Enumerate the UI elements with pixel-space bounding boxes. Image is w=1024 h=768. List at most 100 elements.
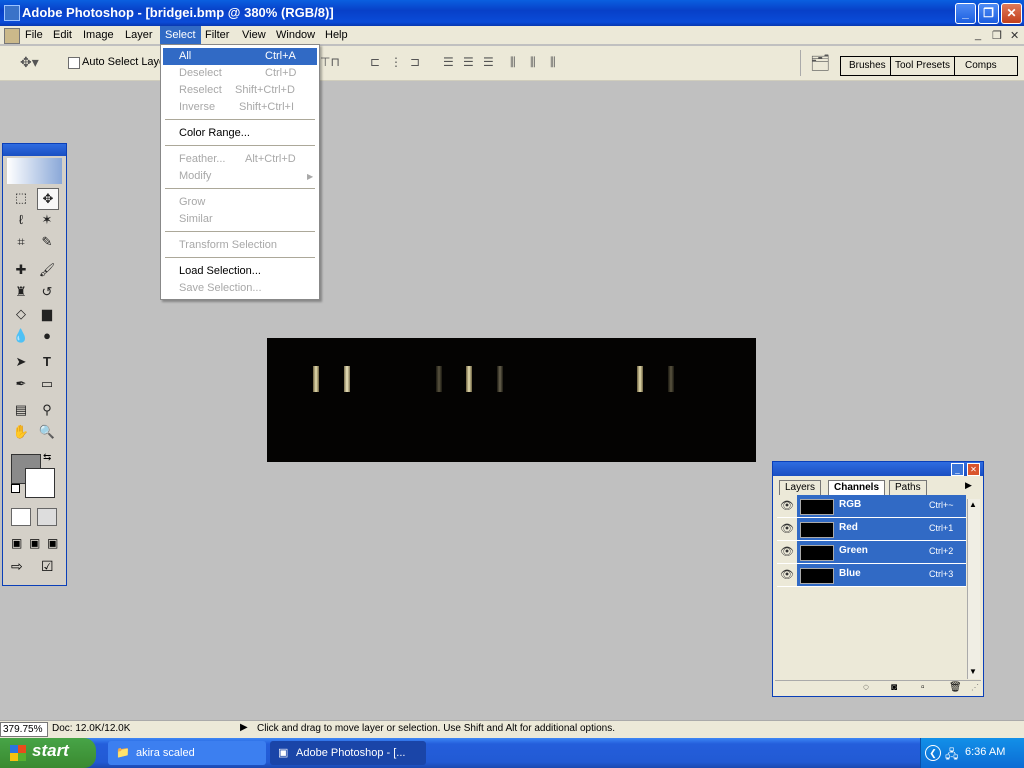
notes-tool-icon[interactable]: ▤ [11,400,31,420]
align-top-icon[interactable]: ⊤⊓ [320,55,340,69]
align-left-icon[interactable]: ⊏ [370,55,380,69]
screen-mode-full-icon[interactable]: ▣ [47,536,58,550]
tab-layers[interactable]: Layers [779,480,822,495]
channels-palette-titlebar[interactable]: _ ✕ [773,462,983,476]
clone-stamp-icon[interactable]: ♜ [11,282,31,302]
swap-colors-icon[interactable]: ⇆ [43,452,51,463]
channel-row-green[interactable]: 👁 Green Ctrl+2 [777,541,966,564]
minimize-button[interactable]: _ [955,3,976,24]
new-channel-icon[interactable]: ▫ [921,682,925,693]
select-all-item[interactable]: All Ctrl+A [163,48,317,65]
task-akira-scaled[interactable]: 📁 akira scaled [108,741,266,765]
show-hidden-icons-icon[interactable]: ❮ [925,745,941,761]
eyedropper-tool-icon[interactable]: ⚲ [37,400,57,420]
doc-minimize-icon[interactable]: _ [975,29,981,41]
reselect-item[interactable]: Reselect Shift+Ctrl+D [163,82,317,99]
tab-paths[interactable]: Paths [889,480,927,495]
channel-row-red[interactable]: 👁 Red Ctrl+1 [777,518,966,541]
scroll-up-icon[interactable]: ▲ [969,500,977,509]
distribute-top-icon[interactable]: ☰ [443,55,454,69]
distribute-center-icon[interactable]: ⫼ [530,55,536,70]
type-tool-icon[interactable]: T [37,352,57,372]
channel-row-blue[interactable]: 👁 Blue Ctrl+3 [777,564,966,587]
auto-select-checkbox[interactable] [68,57,80,69]
network-icon[interactable]: 🖧 [945,745,958,766]
delete-channel-icon[interactable]: 🗑 [949,682,962,693]
menu-file[interactable]: File [20,26,48,44]
gradient-tool-icon[interactable]: ▆ [37,304,57,324]
magic-wand-tool-icon[interactable]: ✶ [37,210,57,230]
align-right-icon[interactable]: ⊐ [410,55,420,69]
start-button[interactable]: start [0,738,96,768]
channels-scrollbar[interactable]: ▲ ▼ [967,499,980,679]
visibility-eye-icon[interactable]: 👁 [777,564,797,586]
doc-restore-icon[interactable]: ❐ [992,29,1002,42]
load-channel-as-selection-icon[interactable]: ◌ [863,682,869,693]
zoom-tool-icon[interactable]: 🔍 [37,422,57,442]
imageready-check-icon[interactable]: ☑ [41,558,54,575]
align-center-icon[interactable]: ⋮ [390,55,402,69]
inverse-item[interactable]: Inverse Shift+Ctrl+I [163,99,317,116]
menu-layer[interactable]: Layer [120,26,158,44]
clock[interactable]: 6:36 AM [965,746,1005,758]
distribute-middle-icon[interactable]: ☰ [463,55,474,69]
history-brush-icon[interactable]: ↺ [37,282,57,302]
slice-tool-icon[interactable]: ✎ [37,232,57,252]
path-selection-icon[interactable]: ➤ [11,352,31,372]
dodge-tool-icon[interactable]: ● [37,326,57,346]
distribute-left-icon[interactable]: ⫼ [510,55,516,70]
adobe-online-feather-icon[interactable] [7,158,62,184]
well-tab-brushes[interactable]: Brushes [845,57,891,75]
modify-item[interactable]: Modify ▶ [163,168,317,185]
load-selection-item[interactable]: Load Selection... [163,263,317,280]
palette-minimize-button[interactable]: _ [951,463,964,476]
palette-menu-arrow-icon[interactable]: ▶ [965,480,972,491]
visibility-eye-icon[interactable]: 👁 [777,518,797,540]
hand-tool-icon[interactable]: ✋ [11,422,31,442]
lasso-tool-icon[interactable]: ℓ [11,210,31,230]
scroll-down-icon[interactable]: ▼ [969,667,977,676]
visibility-eye-icon[interactable]: 👁 [777,495,797,517]
channel-row-rgb[interactable]: 👁 RGB Ctrl+~ [777,495,966,518]
transform-selection-item[interactable]: Transform Selection [163,237,317,254]
screen-mode-standard-icon[interactable]: ▣ [11,536,22,550]
resize-grip-icon[interactable]: ⋰ [971,683,979,692]
file-browser-icon[interactable]: 🗂 [810,53,830,73]
save-selection-as-channel-icon[interactable]: ◙ [891,682,897,693]
menu-edit[interactable]: Edit [48,26,77,44]
color-range-item[interactable]: Color Range... [163,125,317,142]
standard-mode-icon[interactable] [11,508,31,526]
eraser-tool-icon[interactable]: ◇ [11,304,31,324]
document-icon[interactable] [4,28,20,44]
tab-channels[interactable]: Channels [828,480,886,495]
similar-item[interactable]: Similar [163,211,317,228]
visibility-eye-icon[interactable]: 👁 [777,541,797,563]
menu-window[interactable]: Window [271,26,320,44]
menu-image[interactable]: Image [78,26,119,44]
jump-to-imageready-icon[interactable]: ⇨ [11,558,23,575]
move-tool-preset-icon[interactable]: ✥▾ [20,54,39,71]
distribute-right-icon[interactable]: ⫼ [550,55,556,70]
background-color-swatch[interactable] [25,468,55,498]
move-tool-icon[interactable]: ✥ [37,188,59,210]
doc-close-icon[interactable]: ✕ [1010,29,1019,42]
blur-tool-icon[interactable]: 💧 [11,326,31,346]
quick-mask-icon[interactable] [37,508,57,526]
healing-brush-icon[interactable]: ✚ [11,260,31,280]
save-selection-item[interactable]: Save Selection... [163,280,317,297]
deselect-item[interactable]: Deselect Ctrl+D [163,65,317,82]
distribute-bottom-icon[interactable]: ☰ [483,55,494,69]
close-button[interactable]: ✕ [1001,3,1022,24]
default-colors-icon[interactable] [11,484,20,493]
well-tab-tool-presets[interactable]: Tool Presets [891,57,956,75]
crop-tool-icon[interactable]: ⌗ [11,232,31,252]
well-tab-comps[interactable]: Comps [961,57,1001,75]
palette-close-button[interactable]: ✕ [967,463,980,476]
restore-button[interactable]: ❐ [978,3,999,24]
feather-item[interactable]: Feather... Alt+Ctrl+D [163,151,317,168]
status-menu-arrow-icon[interactable]: ▶ [240,722,248,733]
task-photoshop[interactable]: ▣ Adobe Photoshop - [... [270,741,426,765]
tools-palette-titlebar[interactable] [3,144,66,156]
menu-select[interactable]: Select [160,26,201,44]
zoom-field[interactable]: 379.75% [0,722,48,737]
